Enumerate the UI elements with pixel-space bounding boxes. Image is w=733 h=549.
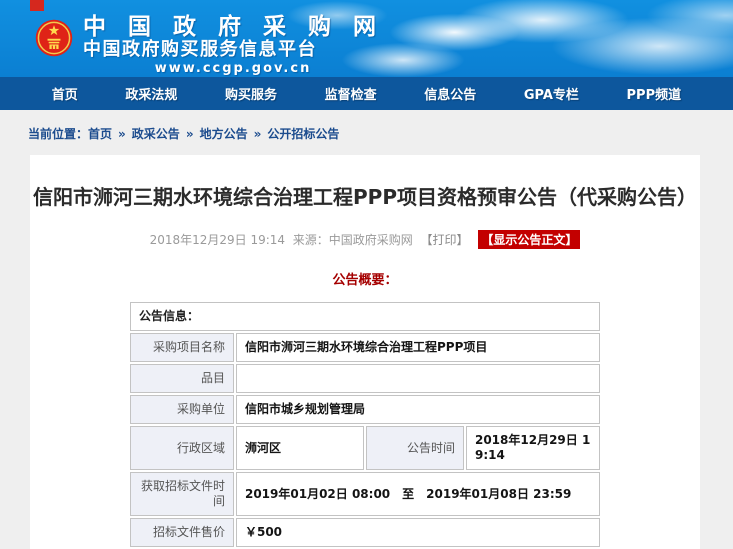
nav-item-home[interactable]: 首页 <box>52 84 78 103</box>
breadcrumb-home[interactable]: 首页 <box>88 127 112 141</box>
section-title-cell: 公告信息： <box>130 302 600 331</box>
source-label: 来源：中国政府采购网 <box>293 233 413 247</box>
table-row: 获取招标文件时间 2019年01月02日 08:00 至 2019年01月08日… <box>130 472 600 516</box>
breadcrumb-open-tender[interactable]: 公开招标公告 <box>267 127 339 141</box>
site-subtitle: 中国政府购买服务信息平台 <box>83 39 383 60</box>
logo-text: 中 国 政 府 采 购 网 中国政府购买服务信息平台 www.ccgp.gov.… <box>83 15 383 77</box>
field-label: 品目 <box>130 364 234 393</box>
main-nav: 首页 政采法规 购买服务 监督检查 信息公告 GPA专栏 PPP频道 <box>0 77 733 110</box>
field-value: 信阳市浉河三期水环境综合治理工程PPP项目 <box>236 333 600 362</box>
field-value: 信阳市城乡规划管理局 <box>236 395 600 424</box>
field-value: ￥500 <box>236 518 600 547</box>
nav-item-notices[interactable]: 信息公告 <box>424 84 476 103</box>
breadcrumb-separator: » <box>186 127 194 141</box>
breadcrumb-separator: » <box>118 127 126 141</box>
breadcrumb-separator: » <box>254 127 262 141</box>
field-value: 2019年01月02日 08:00 至 2019年01月08日 23:59 <box>236 472 600 516</box>
table-section-row: 公告信息： <box>130 302 600 331</box>
site-header: 中 国 政 府 采 购 网 中国政府购买服务信息平台 www.ccgp.gov.… <box>0 0 733 77</box>
table-row: 采购项目名称 信阳市浉河三期水环境综合治理工程PPP项目 <box>130 333 600 362</box>
field-value: 浉河区 <box>236 426 364 470</box>
field-label: 行政区域 <box>130 426 234 470</box>
nav-item-supervision[interactable]: 监督检查 <box>325 84 377 103</box>
show-notice-button[interactable]: 【显示公告正文】 <box>478 230 580 249</box>
notice-summary-table: 公告信息： 采购项目名称 信阳市浉河三期水环境综合治理工程PPP项目 品目 采购… <box>128 300 602 549</box>
field-label: 采购单位 <box>130 395 234 424</box>
red-ribbon-decoration <box>30 0 44 11</box>
field-label: 招标文件售价 <box>130 518 234 547</box>
nav-item-purchase-services[interactable]: 购买服务 <box>225 84 277 103</box>
nav-item-gpa[interactable]: GPA专栏 <box>524 84 579 103</box>
breadcrumb-local-notices[interactable]: 地方公告 <box>200 127 248 141</box>
table-row: 采购单位 信阳市城乡规划管理局 <box>130 395 600 424</box>
site-logo[interactable]: 中 国 政 府 采 购 网 中国政府购买服务信息平台 www.ccgp.gov.… <box>35 15 383 77</box>
field-label: 采购项目名称 <box>130 333 234 362</box>
field-value <box>236 364 600 393</box>
breadcrumb: 当前位置：首页 » 政采公告 » 地方公告 » 公开招标公告 <box>0 110 733 155</box>
article-meta: 2018年12月29日 19:14 来源：中国政府采购网 【打印】 【显示公告正… <box>30 230 700 249</box>
breadcrumb-procurement-notices[interactable]: 政采公告 <box>132 127 180 141</box>
national-emblem-icon <box>35 19 73 57</box>
table-row: 行政区域 浉河区 公告时间 2018年12月29日 19:14 <box>130 426 600 470</box>
site-url: www.ccgp.gov.cn <box>83 60 383 77</box>
table-row: 招标文件售价 ￥500 <box>130 518 600 547</box>
site-title: 中 国 政 府 采 购 网 <box>83 15 383 39</box>
publish-datetime: 2018年12月29日 19:14 <box>150 233 285 247</box>
field-label: 获取招标文件时间 <box>130 472 234 516</box>
field-value: 2018年12月29日 19:14 <box>466 426 600 470</box>
table-row: 品目 <box>130 364 600 393</box>
field-label: 公告时间 <box>366 426 464 470</box>
print-button[interactable]: 【打印】 <box>421 233 469 247</box>
breadcrumb-prefix: 当前位置： <box>28 127 88 141</box>
nav-item-regulations[interactable]: 政采法规 <box>125 84 177 103</box>
page-title: 信阳市浉河三期水环境综合治理工程PPP项目资格预审公告（代采购公告） <box>30 155 700 210</box>
content-box: 信阳市浉河三期水环境综合治理工程PPP项目资格预审公告（代采购公告） 2018年… <box>30 155 700 549</box>
nav-item-ppp[interactable]: PPP频道 <box>627 84 682 103</box>
summary-heading: 公告概要： <box>30 269 700 288</box>
